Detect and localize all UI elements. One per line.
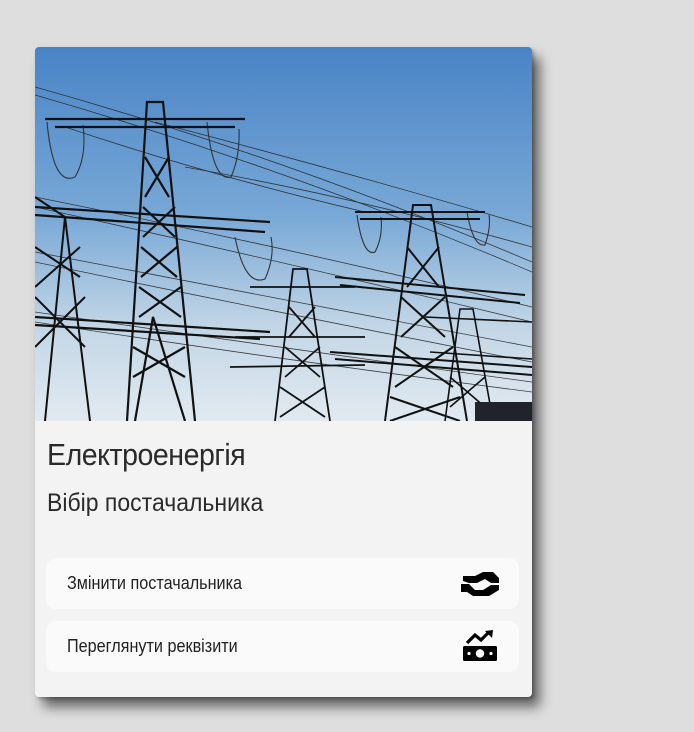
view-details-label: Переглянути реквізити bbox=[67, 636, 238, 656]
power-lines-photo bbox=[35, 47, 532, 421]
change-supplier-label: Змінити постачальника bbox=[67, 573, 243, 593]
page-subtitle: Вібір постачальника bbox=[47, 489, 264, 517]
handshake-icon bbox=[461, 572, 499, 596]
money-growth-icon bbox=[463, 630, 497, 661]
electricity-card: Електроенергія Вібір постачальника Зміни… bbox=[35, 47, 532, 697]
view-details-button[interactable]: Переглянути реквізити bbox=[46, 621, 519, 672]
page-title: Електроенергія bbox=[47, 437, 246, 472]
change-supplier-button[interactable]: Змінити постачальника bbox=[46, 558, 519, 609]
